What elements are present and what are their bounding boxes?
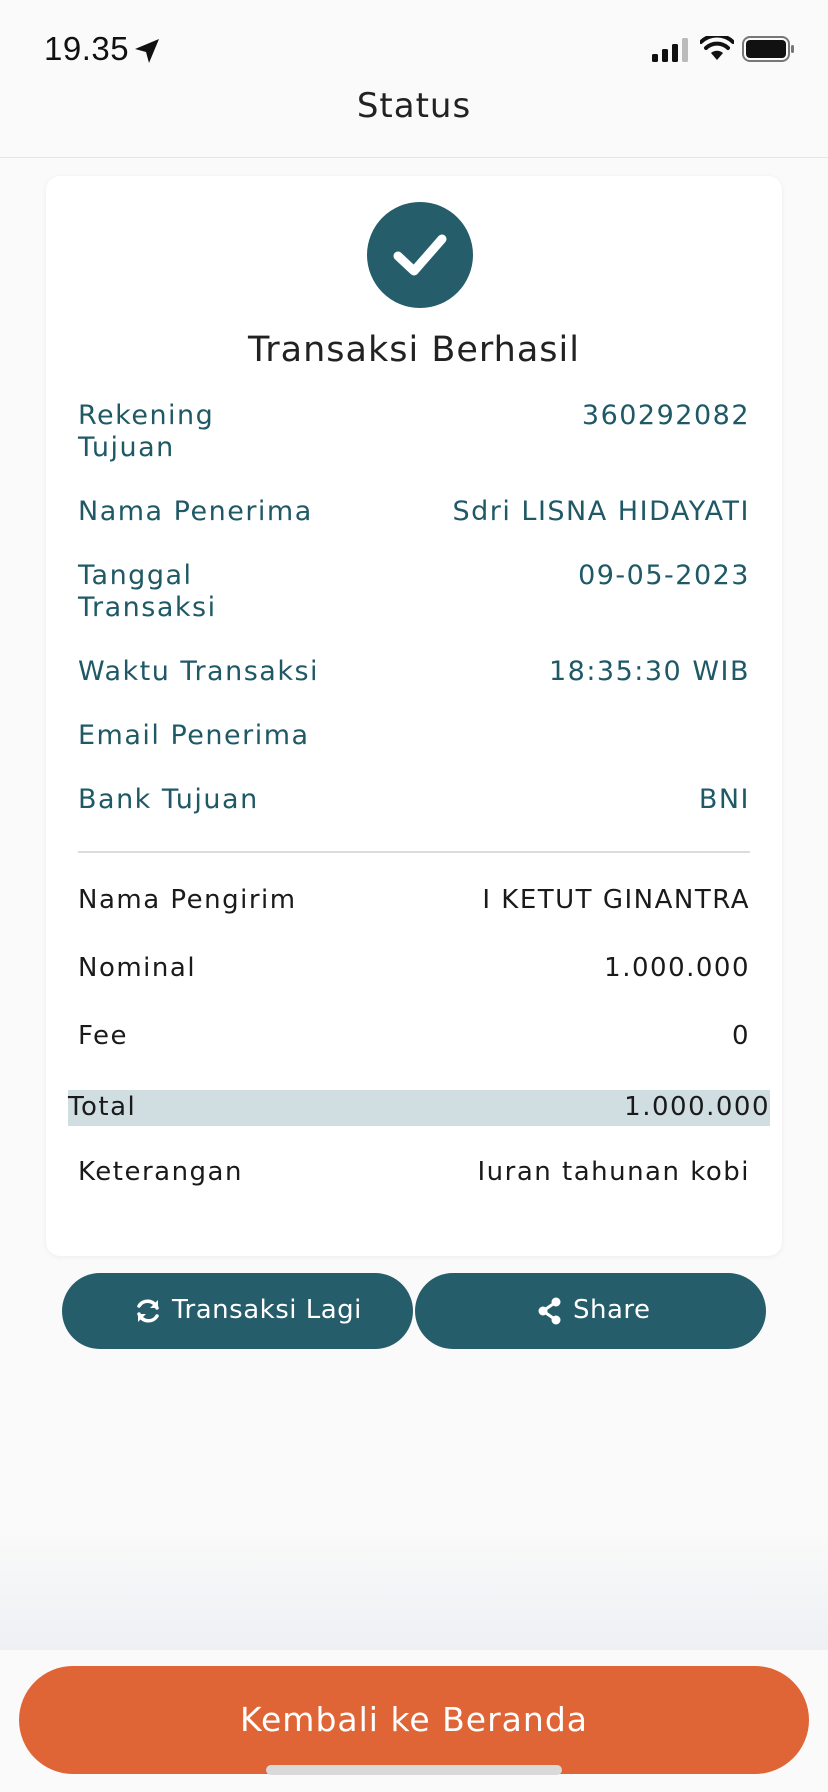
summary-value: 0 [731, 1021, 750, 1051]
share-label: Share [573, 1295, 651, 1325]
detail-label: Waktu Transaksi [78, 656, 320, 687]
page-header: Status [0, 86, 828, 158]
status-time: 19.35 [44, 30, 130, 67]
status-bar: 19.35 [0, 0, 828, 100]
summary-value: I KETUT GINANTRA [482, 885, 750, 915]
detail-value: Sdri LISNA HIDAYATI [452, 496, 750, 527]
bottom-fade [0, 1530, 828, 1650]
detail-label: Tanggal Transaksi [78, 560, 217, 623]
refresh-icon [137, 1299, 159, 1323]
detail-label: Nama Penerima [78, 496, 313, 527]
detail-label: Rekening Tujuan [78, 400, 215, 463]
battery-icon [742, 36, 794, 62]
transaksi-lagi-button[interactable]: Transaksi Lagi [62, 1273, 413, 1349]
share-button[interactable]: Share [415, 1273, 766, 1349]
total-label: Total [68, 1092, 137, 1122]
detail-value: BNI [698, 784, 750, 815]
detail-label: Bank Tujuan [78, 784, 259, 815]
transaksi-lagi-label: Transaksi Lagi [172, 1295, 362, 1325]
note-value: Iuran tahunan kobi [477, 1157, 750, 1187]
detail-value: 18:35:30 WIB [548, 656, 750, 687]
home-indicator[interactable] [266, 1765, 562, 1775]
share-icon [538, 1297, 561, 1325]
total-value: 1.000.000 [624, 1092, 770, 1122]
total-row: Total 1.000.000 [68, 1090, 770, 1126]
detail-value: 360292082 [581, 400, 750, 431]
note-label: Keterangan [78, 1157, 243, 1187]
summary-label: Nominal [78, 953, 197, 983]
cellular-signal-icon [652, 38, 688, 62]
detail-label: Email Penerima [78, 720, 310, 751]
page-title: Status [356, 86, 472, 126]
location-arrow-icon [135, 39, 159, 63]
kembali-ke-beranda-button[interactable]: Kembali ke Beranda [19, 1666, 809, 1774]
wifi-icon [700, 36, 734, 60]
summary-label: Fee [78, 1021, 129, 1051]
result-title: Transaksi Berhasil [248, 330, 580, 370]
summary-label: Nama Pengirim [78, 885, 297, 915]
section-divider [78, 851, 750, 853]
receipt-card: Transaksi Berhasil Rekening Tujuan 36029… [46, 176, 782, 1256]
summary-value: 1.000.000 [604, 953, 750, 983]
success-check-icon [367, 202, 473, 308]
detail-value: 09-05-2023 [578, 560, 750, 591]
